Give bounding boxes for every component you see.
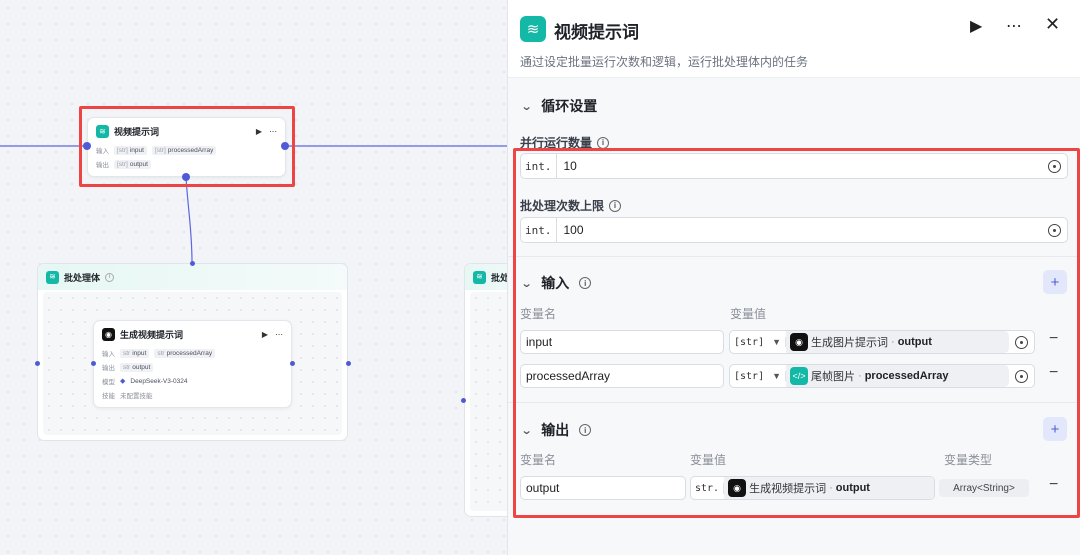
group-top-port[interactable] — [190, 261, 195, 266]
loop-input-port[interactable] — [83, 142, 91, 150]
divider — [508, 402, 1080, 403]
group-right-port[interactable] — [346, 361, 351, 366]
inner-left-port[interactable] — [91, 361, 96, 366]
output-tag: str output — [120, 362, 154, 372]
chevron-down-icon: ⌄ — [520, 424, 533, 437]
model-icon: ◉ — [728, 479, 747, 497]
variable-ref-icon[interactable] — [1015, 369, 1028, 383]
skill-label: 技能 — [102, 393, 115, 400]
input-tag: [str] processedArray — [151, 145, 217, 155]
input-var-name-field[interactable]: input — [520, 330, 724, 354]
int-type-prefix: int. — [521, 218, 557, 242]
skill-value: 未配置技能 — [120, 393, 153, 400]
output-section-header[interactable]: ⌄ 输出 i — [520, 420, 592, 440]
type-label: [str] — [734, 336, 765, 348]
divider — [508, 256, 1080, 257]
input-tag: str processedArray — [154, 348, 216, 358]
model-name: DeepSeek-V3-0324 — [130, 377, 188, 385]
col-var-name: 变量名 — [520, 453, 557, 467]
output-var-name-field[interactable]: output — [520, 476, 686, 500]
more-button[interactable]: ⋯ — [1006, 16, 1022, 36]
model-label: 模型 — [102, 379, 115, 386]
variable-ref-icon[interactable] — [1015, 335, 1028, 349]
layers-icon: ≋ — [520, 16, 546, 42]
int-type-prefix: int. — [521, 154, 557, 178]
loop-node[interactable]: ≋ 视频提示词 ▶ ⋯ 输入 [str] input [str] processed… — [87, 117, 286, 177]
loop-section-header[interactable]: ⌄ 循环设置 — [520, 96, 598, 116]
add-output-button[interactable]: + — [1043, 417, 1067, 441]
batch-limit-input[interactable]: int. 100 — [520, 217, 1068, 243]
variable-ref-icon[interactable] — [1048, 223, 1061, 237]
info-icon[interactable]: i — [579, 424, 592, 436]
run-icon[interactable]: ▶ — [256, 127, 262, 136]
input-tag: [str] input — [114, 145, 147, 155]
info-icon[interactable]: i — [597, 136, 610, 149]
inner-right-port[interactable] — [290, 361, 295, 366]
variable-reference[interactable]: ◉ 生成视频提示词 · output — [724, 477, 934, 499]
input-var-value-field[interactable]: [str] ▼ </> 尾帧图片 · processedArray — [729, 364, 1035, 388]
parallel-count-input[interactable]: int. 10 — [520, 153, 1068, 179]
loop-node-title: 视频提示词 — [114, 127, 160, 137]
info-icon[interactable]: i — [105, 272, 115, 282]
remove-input-button[interactable]: − — [1049, 364, 1058, 382]
code-icon: </> — [790, 367, 809, 385]
remove-input-button[interactable]: − — [1049, 330, 1058, 348]
type-label: str. — [691, 482, 725, 494]
col-var-value: 变量值 — [690, 453, 727, 467]
col-var-value: 变量值 — [730, 307, 767, 321]
variable-reference[interactable]: ◉ 生成图片提示词 · output — [786, 331, 1009, 353]
close-button[interactable]: ✕ — [1045, 14, 1060, 35]
group-left-port[interactable] — [35, 361, 40, 366]
var-type-badge: Array<String> — [939, 479, 1029, 497]
panel-description: 通过设定批量运行次数和逻辑，运行批处理体内的任务 — [520, 55, 809, 69]
input-section-header[interactable]: ⌄ 输入 i — [520, 273, 592, 293]
run-button[interactable]: ▶ — [970, 16, 982, 36]
chevron-down-icon: ⌄ — [520, 100, 533, 113]
more-icon[interactable]: ⋯ — [269, 127, 277, 136]
parallel-label: 并行运行数量 i — [520, 134, 610, 151]
panel-title[interactable]: 视频提示词 — [554, 18, 639, 43]
layers-icon: ≋ — [96, 125, 109, 138]
panel-header: ≋ 视频提示词 ▶ ⋯ ✕ 通过设定批量运行次数和逻辑，运行批处理体内的任务 — [508, 0, 1080, 78]
more-icon[interactable]: ⋯ — [275, 330, 283, 339]
output-label: 输出 — [102, 365, 115, 372]
model-icon: ◉ — [790, 333, 809, 351]
input-var-name-field[interactable]: processedArray — [520, 364, 724, 388]
inner-node-title: 生成视频提示词 — [120, 330, 184, 340]
variable-reference[interactable]: </> 尾帧图片 · processedArray — [786, 365, 1009, 387]
info-icon[interactable]: i — [609, 199, 622, 212]
loop-bottom-port[interactable] — [182, 173, 190, 181]
run-icon[interactable]: ▶ — [262, 330, 268, 339]
info-icon[interactable]: i — [579, 277, 592, 289]
col-var-name: 变量名 — [520, 307, 557, 321]
loop-output-port[interactable] — [281, 142, 289, 150]
output-label: 输出 — [96, 162, 109, 169]
input-label: 输入 — [102, 351, 115, 358]
input-var-value-field[interactable]: [str] ▼ ◉ 生成图片提示词 · output — [729, 330, 1035, 354]
chevron-down-icon: ⌄ — [520, 277, 533, 290]
remove-output-button[interactable]: − — [1049, 476, 1058, 494]
deepseek-icon: ◆ — [120, 378, 126, 385]
layers-icon: ≋ — [46, 270, 59, 284]
limit-label: 批处理次数上限 i — [520, 197, 622, 214]
layers-icon: ≋ — [473, 270, 486, 284]
second-group-left-port[interactable] — [461, 398, 466, 403]
col-var-type: 变量类型 — [944, 453, 993, 467]
batch-group-title: 批处理体 — [64, 272, 101, 283]
chevron-down-icon[interactable]: ▼ — [768, 337, 787, 347]
type-label: [str] — [734, 370, 765, 382]
input-tag: str input — [120, 348, 150, 358]
inner-llm-node[interactable]: ◉ 生成视频提示词 ▶ ⋯ 输入 str input str processedAr… — [93, 320, 292, 408]
model-icon: ◉ — [102, 328, 115, 341]
node-config-panel: ≋ 视频提示词 ▶ ⋯ ✕ 通过设定批量运行次数和逻辑，运行批处理体内的任务 ⌄… — [507, 0, 1080, 555]
output-tag: [str] output — [114, 159, 151, 169]
variable-ref-icon[interactable] — [1048, 159, 1061, 173]
input-label: 输入 — [96, 148, 109, 155]
chevron-down-icon[interactable]: ▼ — [768, 371, 787, 381]
output-var-value-field[interactable]: str. ◉ 生成视频提示词 · output — [690, 476, 935, 500]
add-input-button[interactable]: + — [1043, 270, 1067, 294]
